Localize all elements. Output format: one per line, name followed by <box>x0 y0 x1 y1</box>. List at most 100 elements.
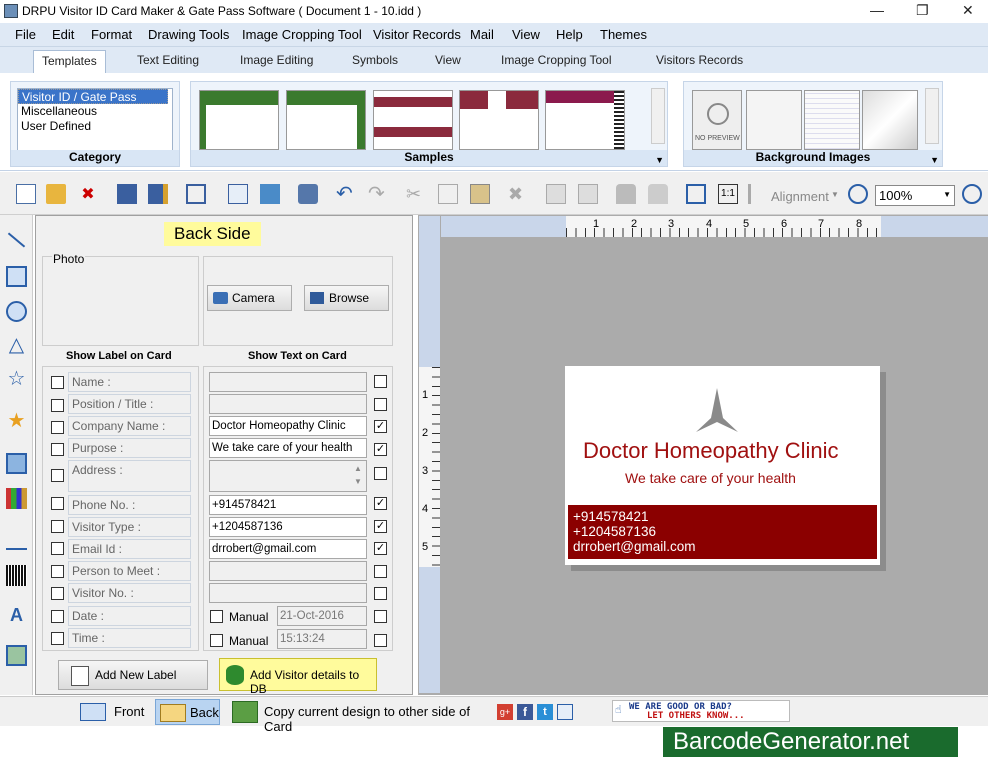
time-text-checkbox[interactable] <box>374 634 387 647</box>
facebook-icon[interactable]: f <box>517 704 533 720</box>
google-plus-icon[interactable]: g+ <box>497 704 513 720</box>
person-to-meet-text-checkbox[interactable] <box>374 565 387 578</box>
paste-icon[interactable] <box>470 184 490 204</box>
menu-mail[interactable]: Mail <box>470 27 494 42</box>
front-side-button[interactable]: Front <box>72 699 152 725</box>
email-text-field[interactable]: drrobert@gmail.com <box>209 539 367 559</box>
alignment-icon[interactable] <box>748 184 768 204</box>
sample-thumbnail[interactable] <box>199 90 279 150</box>
category-item[interactable]: Miscellaneous <box>18 104 172 119</box>
save-icon[interactable] <box>117 184 137 204</box>
background-expand-icon[interactable]: ▼ <box>930 155 939 165</box>
alignment-dropdown-icon[interactable]: ▼ <box>831 190 839 199</box>
browse-button[interactable]: Browse <box>304 285 389 311</box>
phone-text-field[interactable]: +914578421 <box>209 495 367 515</box>
tab-text-editing[interactable]: Text Editing <box>137 53 199 67</box>
time-manual-checkbox[interactable] <box>210 634 223 647</box>
sample-thumbnail[interactable] <box>459 90 539 150</box>
position-label-checkbox[interactable] <box>51 399 64 412</box>
maximize-icon[interactable]: ❐ <box>916 2 929 19</box>
zoom-dropdown-icon[interactable]: ▼ <box>943 190 951 199</box>
address-scrollbar[interactable]: ▲ ▼ <box>351 462 365 490</box>
date-manual-checkbox[interactable] <box>210 610 223 623</box>
date-label-checkbox[interactable] <box>51 610 64 623</box>
shapes-tool-icon[interactable]: ★ <box>6 411 27 432</box>
position-text-field[interactable] <box>209 394 367 414</box>
company-text-field[interactable]: Doctor Homeopathy Clinic <box>209 416 367 436</box>
text-tool-icon[interactable]: A <box>6 605 27 626</box>
background-thumbnail[interactable] <box>804 90 860 150</box>
name-label-checkbox[interactable] <box>51 376 64 389</box>
phone-text-checkbox[interactable]: ✓ <box>374 497 387 510</box>
visitor-no-text-checkbox[interactable] <box>374 587 387 600</box>
position-text-checkbox[interactable] <box>374 398 387 411</box>
unlock-icon[interactable] <box>648 184 668 204</box>
background-scrollbar[interactable] <box>925 88 939 144</box>
feedback-banner[interactable]: ☝ WE ARE GOOD OR BAD? LET OTHERS KNOW... <box>612 700 790 722</box>
close-file-icon[interactable]: ✖ <box>78 184 98 204</box>
undo-icon[interactable]: ↶ <box>336 184 356 204</box>
samples-scrollbar[interactable] <box>651 88 665 144</box>
signature-tool-icon[interactable] <box>6 529 27 550</box>
tab-templates[interactable]: Templates <box>33 50 106 73</box>
zoom-in-icon[interactable] <box>848 184 868 204</box>
menu-file[interactable]: File <box>15 27 36 42</box>
add-new-label-button[interactable]: Add New Label <box>58 660 208 690</box>
time-label-checkbox[interactable] <box>51 632 64 645</box>
tab-symbols[interactable]: Symbols <box>352 53 398 67</box>
person-to-meet-label-checkbox[interactable] <box>51 565 64 578</box>
menu-drawing-tools[interactable]: Drawing Tools <box>148 27 229 42</box>
category-item[interactable]: User Defined <box>18 119 172 134</box>
address-text-field[interactable] <box>209 460 367 492</box>
open-folder-icon[interactable] <box>46 184 66 204</box>
line-tool-icon[interactable] <box>7 232 26 248</box>
sample-thumbnail[interactable] <box>373 90 453 150</box>
new-file-icon[interactable] <box>16 184 36 204</box>
minimize-icon[interactable]: — <box>870 2 884 18</box>
email-text-checkbox[interactable]: ✓ <box>374 542 387 555</box>
card-email[interactable]: drrobert@gmail.com <box>573 539 872 554</box>
lock-icon[interactable] <box>616 184 636 204</box>
card-contact-band[interactable]: +914578421 +1204587136 drrobert@gmail.co… <box>568 505 877 559</box>
sample-thumbnail[interactable] <box>545 90 625 150</box>
menu-help[interactable]: Help <box>556 27 583 42</box>
person-to-meet-text-field[interactable] <box>209 561 367 581</box>
date-field[interactable]: 21-Oct-2016 <box>277 606 367 626</box>
tab-image-editing[interactable]: Image Editing <box>240 53 313 67</box>
print-icon[interactable] <box>298 184 318 204</box>
visitor-type-label-checkbox[interactable] <box>51 520 64 533</box>
delete-icon[interactable]: ✖ <box>508 184 528 204</box>
company-label-checkbox[interactable] <box>51 421 64 434</box>
category-list[interactable]: Visitor ID / Gate Pass Miscellaneous Use… <box>17 88 173 152</box>
card-phone[interactable]: +914578421 <box>573 509 872 524</box>
name-text-field[interactable] <box>209 372 367 392</box>
purpose-text-checkbox[interactable]: ✓ <box>374 443 387 456</box>
barcode-tool-icon[interactable] <box>6 565 27 586</box>
copy-icon[interactable] <box>438 184 458 204</box>
visitor-type-text-checkbox[interactable]: ✓ <box>374 520 387 533</box>
tab-view[interactable]: View <box>435 53 461 67</box>
card-tagline[interactable]: We take care of your health <box>625 470 796 486</box>
share-icon[interactable] <box>557 704 573 720</box>
background-thumbnail[interactable] <box>862 90 918 150</box>
picture-tool-icon[interactable] <box>6 453 27 474</box>
phone-label-checkbox[interactable] <box>51 497 64 510</box>
sample-thumbnail[interactable] <box>286 90 366 150</box>
ellipse-tool-icon[interactable] <box>6 301 27 322</box>
name-text-checkbox[interactable] <box>374 375 387 388</box>
close-icon[interactable]: ✕ <box>962 2 974 19</box>
twitter-icon[interactable]: t <box>537 704 553 720</box>
background-thumbnail[interactable] <box>746 90 802 150</box>
alignment-label[interactable]: Alignment <box>771 189 829 204</box>
page-properties-icon[interactable] <box>228 184 248 204</box>
rectangle-tool-icon[interactable] <box>6 266 27 287</box>
menu-view[interactable]: View <box>512 27 540 42</box>
visitor-no-text-field[interactable] <box>209 583 367 603</box>
card-company-name[interactable]: Doctor Homeopathy Clinic <box>583 438 839 464</box>
bring-forward-icon[interactable] <box>546 184 566 204</box>
send-backward-icon[interactable] <box>578 184 598 204</box>
zoom-select[interactable]: 100% ▼ <box>875 185 955 206</box>
date-text-checkbox[interactable] <box>374 610 387 623</box>
star-tool-icon[interactable]: ☆ <box>6 369 27 390</box>
id-card-preview[interactable]: Doctor Homeopathy Clinic We take care of… <box>565 366 880 565</box>
